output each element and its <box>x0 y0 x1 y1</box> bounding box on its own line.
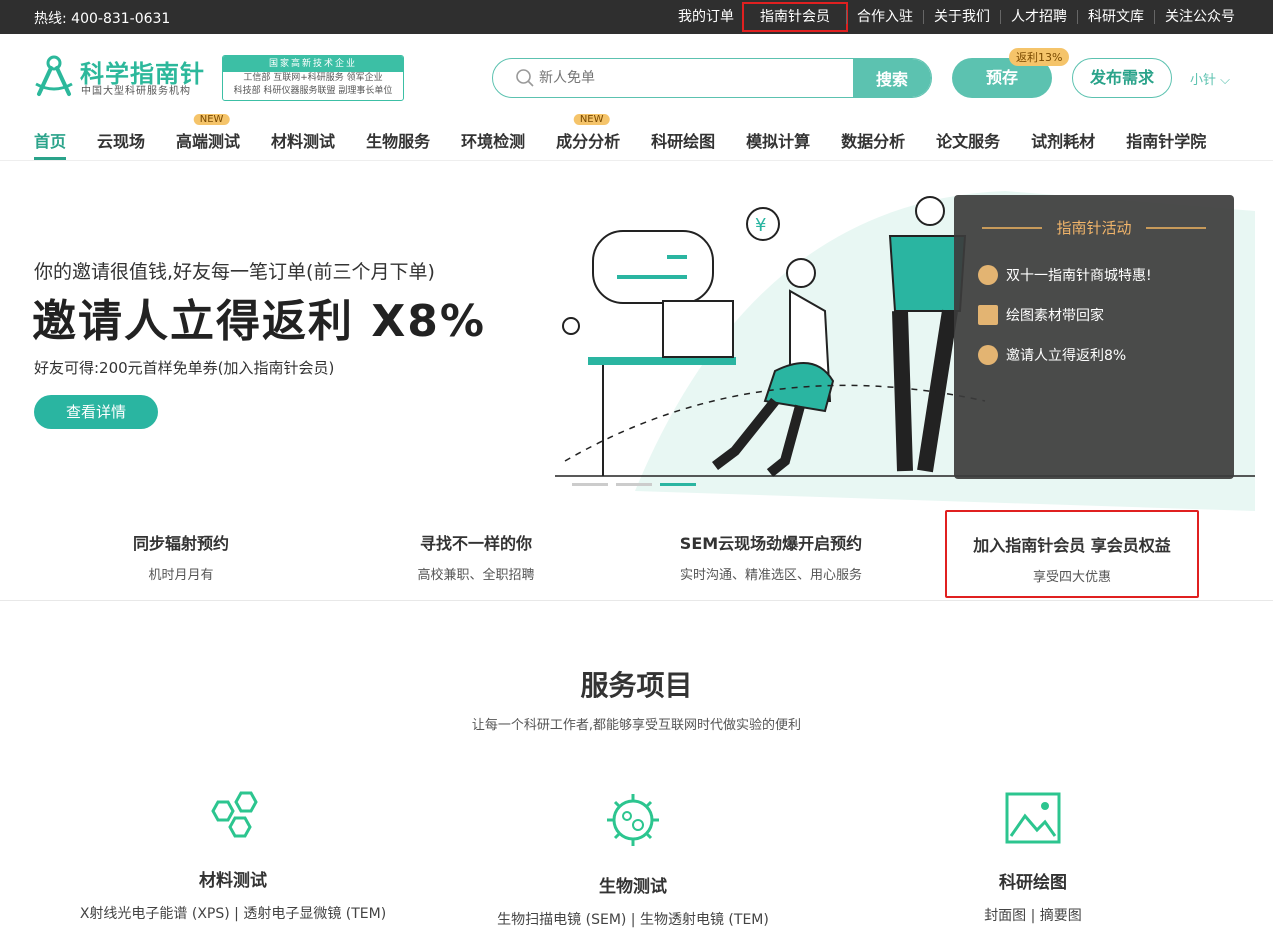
nav-environment[interactable]: 环境检测 <box>461 128 525 160</box>
carousel-dot[interactable] <box>616 483 652 486</box>
nav-composition-analysis[interactable]: 成分分析 NEW <box>556 114 621 160</box>
rebate-tag: 返利13% <box>1009 48 1070 66</box>
feature-subtitle: 机时月月有 <box>148 568 214 583</box>
feature-subtitle: 实时沟通、精准选区、用心服务 <box>679 568 862 583</box>
link-follow-account[interactable]: 关注公众号 <box>1154 10 1245 24</box>
link-partner[interactable]: 合作入驻 <box>846 10 923 24</box>
site-logo[interactable]: 科学指南针 中国大型科研服务机构 <box>34 54 214 100</box>
activity-label: 邀请人立得返利8% <box>1006 348 1127 364</box>
feature-membership[interactable]: 加入指南针会员 享会员权益 享受四大优惠 <box>945 510 1199 598</box>
services-subtitle: 让每一个科研工作者,都能够享受互联网时代做实验的便利 <box>471 718 802 733</box>
nav-paper-services[interactable]: 论文服务 <box>936 128 1000 160</box>
top-links: 我的订单 指南针会员 合作入驻 关于我们 人才招聘 科研文库 关注公众号 <box>668 0 1245 34</box>
compass-logo-icon <box>35 55 73 96</box>
carousel-indicators <box>572 483 696 486</box>
nav-academy[interactable]: 指南针学院 <box>1126 128 1206 160</box>
carousel-dot[interactable] <box>572 483 608 486</box>
nav-material-testing[interactable]: 材料测试 <box>271 128 335 160</box>
nav-reagents[interactable]: 试剂耗材 <box>1031 128 1095 160</box>
feature-strip: 同步辐射预约 机时月月有 寻找不一样的你 高校兼职、全职招聘 SEM云现场劲爆开… <box>0 510 1273 600</box>
search-bar: 搜索 <box>492 58 932 98</box>
service-title: 科研绘图 <box>999 873 1067 893</box>
chevron-down-icon: ⌵ <box>1220 73 1231 88</box>
link-careers[interactable]: 人才招聘 <box>1000 10 1077 24</box>
nav-label: 成分分析 <box>556 132 621 151</box>
nav-label: 高端测试 <box>176 132 241 151</box>
service-title: 生物测试 <box>599 877 667 897</box>
hero-headline: 邀请人立得返利 X8% <box>32 296 486 347</box>
view-details-button[interactable]: 查看详情 <box>34 395 158 429</box>
service-links[interactable]: 封面图 | 摘要图 <box>863 905 1203 925</box>
main-nav: 首页 云现场 高端测试 NEW 材料测试 生物服务 环境检测 成分分析 NEW … <box>34 114 1237 160</box>
nav-home[interactable]: 首页 <box>34 128 67 160</box>
publish-request-button[interactable]: 发布需求 <box>1072 58 1172 98</box>
mascot-icon <box>978 265 998 285</box>
feature-title: 同步辐射预约 <box>132 534 229 553</box>
search-icon <box>516 69 534 87</box>
nav-advanced-testing[interactable]: 高端测试 NEW <box>176 114 241 160</box>
nav-data-analysis[interactable]: 数据分析 <box>841 128 905 160</box>
feature-synchrotron[interactable]: 同步辐射预约 机时月月有 <box>51 510 311 598</box>
link-my-orders[interactable]: 我的订单 <box>668 10 744 24</box>
search-input[interactable] <box>539 59 839 97</box>
services-title: 服务项目 <box>580 669 693 702</box>
feature-subtitle: 高校兼职、全职招聘 <box>417 568 535 583</box>
activity-item-drawing-assets[interactable]: 绘图素材带回家 <box>978 305 1104 325</box>
link-library[interactable]: 科研文库 <box>1077 10 1154 24</box>
activity-item-invite-rebate[interactable]: 邀请人立得返利8% <box>978 345 1126 365</box>
service-links[interactable]: X射线光电子能谱 (XPS) | 透射电子显微镜 (TEM) <box>63 903 403 923</box>
activity-panel: 指南针活动 双十一指南针商城特惠! 绘图素材带回家 邀请人立得返利8% <box>954 195 1234 479</box>
top-bar: 热线: 400-831-0631 我的订单 指南针会员 合作入驻 关于我们 人才… <box>0 0 1273 34</box>
service-bio-testing[interactable]: 生物测试 生物扫描电镜 (SEM) | 生物透射电镜 (TEM) <box>463 790 803 929</box>
user-menu[interactable]: 小针 ⌵ <box>1190 69 1230 88</box>
svg-text:¥: ¥ <box>755 215 766 236</box>
activity-title: 指南针活动 <box>954 217 1234 238</box>
link-membership[interactable]: 指南针会员 <box>742 2 848 32</box>
search-button[interactable]: 搜索 <box>853 59 931 97</box>
new-badge: NEW <box>193 114 230 125</box>
badge-line-3: 科技部 科研仪器服务联盟 副理事长单位 <box>233 86 393 96</box>
new-badge: NEW <box>573 114 610 125</box>
feature-title: 加入指南针会员 享会员权益 <box>973 536 1171 555</box>
service-material-testing[interactable]: 材料测试 X射线光电子能谱 (XPS) | 透射电子显微镜 (TEM) <box>63 790 403 923</box>
gift-icon <box>978 305 998 325</box>
feature-sem-cloud[interactable]: SEM云现场劲爆开启预约 实时沟通、精准选区、用心服务 <box>641 510 901 598</box>
nav-scientific-drawing[interactable]: 科研绘图 <box>651 128 715 160</box>
hero-subtitle: 你的邀请很值钱,好友每一笔订单(前三个月下单) <box>34 261 435 283</box>
nav-bio-services[interactable]: 生物服务 <box>366 128 430 160</box>
nav-cloud-site[interactable]: 云现场 <box>97 128 145 160</box>
link-about-us[interactable]: 关于我们 <box>923 10 1000 24</box>
feature-recruitment[interactable]: 寻找不一样的你 高校兼职、全职招聘 <box>346 510 606 598</box>
feature-title: SEM云现场劲爆开启预约 <box>679 534 863 553</box>
feature-title: 寻找不一样的你 <box>419 534 532 553</box>
virus-icon <box>607 794 659 846</box>
section-divider <box>0 600 1273 601</box>
service-links[interactable]: 生物扫描电镜 (SEM) | 生物透射电镜 (TEM) <box>463 909 803 929</box>
service-scientific-drawing[interactable]: 科研绘图 封面图 | 摘要图 <box>863 790 1203 925</box>
feature-subtitle: 享受四大优惠 <box>1032 570 1111 585</box>
service-title: 材料测试 <box>199 871 267 891</box>
badge-line-1: 国家高新技术企业 <box>223 56 403 72</box>
hero-friend-text: 好友可得:200元首样免单券(加入指南针会员) <box>34 359 335 377</box>
activity-label: 双十一指南针商城特惠! <box>1006 268 1152 284</box>
activity-label: 绘图素材带回家 <box>1006 308 1104 324</box>
hexagon-molecule-icon <box>211 791 258 838</box>
user-name: 小针 <box>1190 73 1217 88</box>
carousel-dot-active[interactable] <box>660 483 696 486</box>
hotline-text: 热线: 400-831-0631 <box>34 11 171 27</box>
logo-subtitle: 中国大型科研服务机构 <box>81 86 191 97</box>
coins-icon <box>978 345 998 365</box>
picture-icon <box>1005 792 1061 844</box>
badge-line-2: 工信部 互联网+科研服务 领军企业 <box>243 73 383 83</box>
company-credentials-badge: 国家高新技术企业 工信部 互联网+科研服务 领军企业 科技部 科研仪器服务联盟 … <box>222 55 404 101</box>
nav-simulation[interactable]: 模拟计算 <box>746 128 810 160</box>
activity-item-double-eleven[interactable]: 双十一指南针商城特惠! <box>978 265 1152 285</box>
